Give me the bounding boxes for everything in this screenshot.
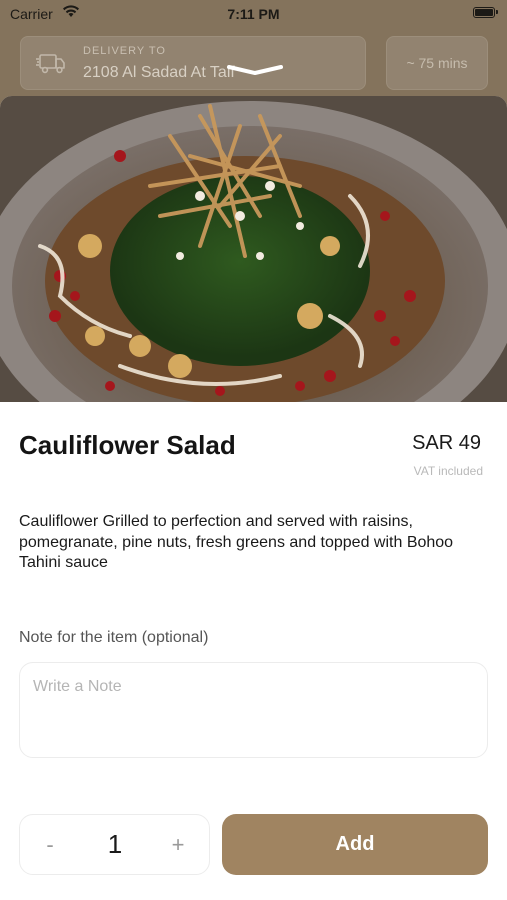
quantity-stepper: - 1 + (19, 814, 210, 875)
battery-icon (473, 7, 498, 18)
note-label: Note for the item (optional) (19, 629, 209, 646)
delivery-location-button[interactable]: DELIVERY TO 2108 Al Sadad At Taif (20, 36, 366, 90)
vat-note: VAT included (413, 464, 483, 478)
sheet-drag-handle-icon[interactable] (225, 64, 285, 76)
decrease-quantity-button[interactable]: - (32, 827, 68, 863)
add-to-cart-button[interactable]: Add (222, 814, 488, 875)
item-description: Cauliflower Grilled to perfection and se… (19, 513, 454, 571)
status-bar: Carrier 7:11 PM (0, 0, 507, 28)
delivery-eta: ~ 75 mins (386, 36, 488, 90)
item-price: SAR 49 (412, 432, 481, 454)
item-detail-sheet: Cauliflower Salad SAR 49 VAT included Ca… (0, 96, 507, 900)
item-title: Cauliflower Salad (19, 430, 236, 460)
truck-icon (36, 54, 65, 74)
food-photo (0, 96, 507, 402)
dimmed-header: Carrier 7:11 PM DELIVERY TO 2108 Al Sada… (0, 0, 507, 110)
status-time: 7:11 PM (227, 6, 280, 22)
delivery-eta-label: ~ 75 mins (406, 55, 468, 71)
increase-quantity-button[interactable]: + (160, 827, 196, 863)
note-input[interactable] (19, 662, 488, 758)
delivery-label: DELIVERY TO (83, 45, 166, 57)
quantity-value: 1 (107, 829, 123, 859)
